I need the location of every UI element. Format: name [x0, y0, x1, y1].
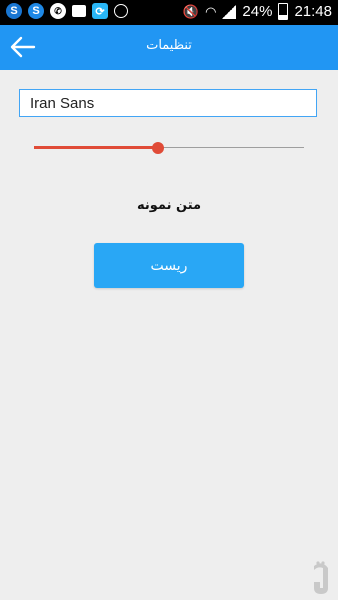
sample-text: متن نمونه	[136, 198, 202, 213]
notification-icons: S S ✆ ⟳	[6, 3, 128, 19]
battery-percent: 24%	[242, 3, 273, 20]
wifi-icon: ◠	[205, 3, 217, 19]
gallery-icon	[72, 5, 86, 17]
reset-button[interactable]: ریست	[94, 243, 244, 288]
system-icons: 🔇 ◠ 24% 21:48	[183, 3, 332, 20]
app-s-icon: S	[6, 3, 22, 19]
font-name-input[interactable]	[19, 89, 317, 117]
sync-icon: ⟳	[92, 3, 108, 19]
whatsapp-icon: ✆	[50, 3, 66, 19]
font-size-slider[interactable]	[34, 140, 304, 156]
battery-icon	[278, 3, 289, 20]
status-bar: S S ✆ ⟳ 🔇 ◠ 24% 21:48	[0, 0, 338, 25]
brand-logo	[314, 561, 328, 594]
slider-thumb[interactable]	[152, 142, 164, 154]
slider-fill	[34, 146, 158, 149]
signal-icon	[222, 4, 237, 19]
block-icon	[114, 4, 128, 18]
mute-icon: 🔇	[182, 3, 200, 19]
page-title: تنظیمات	[146, 38, 192, 53]
app-s-icon: S	[28, 3, 44, 19]
app-bar: تنظیمات	[0, 25, 338, 70]
clock: 21:48	[294, 3, 332, 20]
